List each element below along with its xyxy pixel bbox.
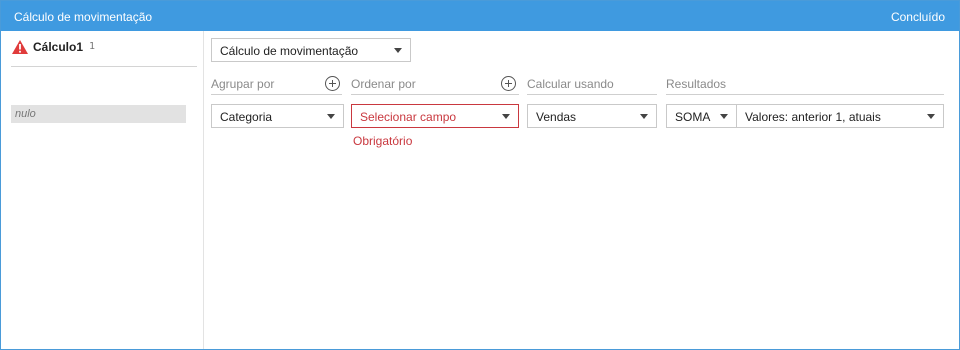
- window-dropdown[interactable]: Valores: anterior 1, atuais: [736, 104, 944, 128]
- chevron-down-icon: [640, 114, 648, 119]
- null-value-label: nulo: [15, 108, 36, 120]
- done-button[interactable]: Concluído: [891, 10, 945, 24]
- compute-using-label: Calcular usando: [527, 77, 614, 91]
- aggregation-dropdown[interactable]: SOMA: [666, 104, 737, 128]
- compute-using-dropdown[interactable]: Vendas: [527, 104, 657, 128]
- calc-list-item[interactable]: Cálculo1 1: [11, 39, 197, 67]
- group-by-dropdown[interactable]: Categoria: [211, 104, 344, 128]
- order-by-label: Ordenar por: [351, 77, 416, 91]
- title-bar: Cálculo de movimentação Concluído: [1, 1, 959, 31]
- warning-icon: [12, 40, 28, 54]
- group-by-value: Categoria: [220, 110, 273, 124]
- order-by-dropdown[interactable]: Selecionar campo: [351, 104, 519, 128]
- chevron-down-icon: [720, 114, 728, 119]
- chevron-down-icon: [327, 114, 335, 119]
- aggregation-value: SOMA: [675, 110, 711, 124]
- add-group-by-button[interactable]: [325, 76, 340, 91]
- calc-count: 1: [89, 41, 96, 52]
- group-by-divider: [211, 94, 342, 95]
- chevron-down-icon: [927, 114, 935, 119]
- results-label: Resultados: [666, 77, 727, 91]
- order-by-required-message: Obrigatório: [353, 134, 413, 148]
- calc-type-dropdown[interactable]: Cálculo de movimentação: [211, 38, 411, 62]
- compute-using-value: Vendas: [536, 110, 577, 124]
- calc-editor: Cálculo de movimentação Agrupar por Cate…: [205, 31, 959, 349]
- calc-name: Cálculo1: [33, 40, 84, 54]
- group-by-label: Agrupar por: [211, 77, 275, 91]
- order-by-placeholder: Selecionar campo: [360, 110, 457, 124]
- null-value-row: nulo: [11, 105, 186, 123]
- dialog-title: Cálculo de movimentação: [14, 10, 153, 24]
- calc-type-value: Cálculo de movimentação: [220, 44, 359, 58]
- movement-calc-dialog: Cálculo de movimentação Concluído Cálcul…: [0, 0, 960, 350]
- chevron-down-icon: [394, 48, 402, 53]
- sidebar: Cálculo1 1 nulo: [1, 31, 204, 349]
- compute-using-divider: [527, 94, 657, 95]
- add-order-by-button[interactable]: [501, 76, 516, 91]
- window-value: Valores: anterior 1, atuais: [745, 110, 881, 124]
- order-by-divider: [351, 94, 519, 95]
- chevron-down-icon: [502, 114, 510, 119]
- results-divider: [666, 94, 944, 95]
